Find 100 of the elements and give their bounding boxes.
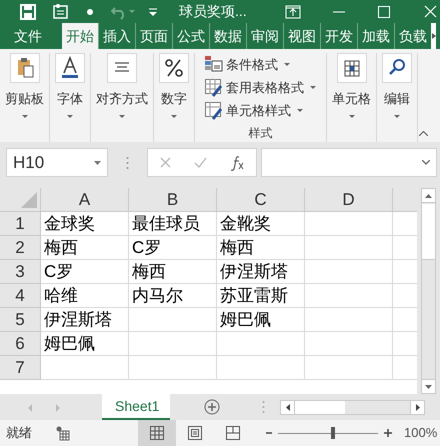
save-icon[interactable]	[20, 4, 36, 20]
caret-icon	[67, 114, 73, 118]
name-box[interactable]: H10	[6, 148, 108, 177]
sheet-tab[interactable]: Sheet1	[102, 394, 170, 420]
cancel-icon[interactable]	[160, 157, 171, 168]
table-cell[interactable]: 梅西	[41, 236, 129, 260]
column-header[interactable]: A	[41, 188, 129, 212]
scroll-thumb[interactable]	[422, 204, 435, 260]
scroll-tabs-button[interactable]	[431, 23, 436, 49]
table-cell[interactable]: 姆巴佩	[217, 308, 305, 332]
grip-icon	[126, 156, 129, 170]
close-icon[interactable]	[424, 5, 437, 18]
ribbon-button[interactable]: 字体	[55, 53, 85, 118]
table-format-icon	[205, 78, 223, 96]
ribbon-display-icon[interactable]	[284, 4, 301, 18]
macro-record-icon[interactable]	[56, 426, 70, 440]
table-cell[interactable]	[305, 332, 393, 356]
table-cell[interactable]	[305, 308, 393, 332]
select-all-icon[interactable]	[21, 192, 37, 208]
table-cell[interactable]: C罗	[41, 260, 129, 284]
table-cell[interactable]: 梅西	[129, 260, 217, 284]
window-title: 球员奖项...	[179, 2, 247, 21]
expand-icon	[422, 160, 430, 165]
table-cell[interactable]: 金靴奖	[217, 212, 305, 236]
caret-icon	[394, 114, 400, 118]
ribbon-menu-button[interactable]: 条件格式	[205, 53, 290, 76]
column-header[interactable]: B	[129, 188, 217, 212]
scroll-up-button[interactable]	[422, 189, 435, 203]
table-cell[interactable]: 姆巴佩	[41, 332, 129, 356]
group-label: 样式	[248, 125, 272, 142]
ribbon-button[interactable]: 数字	[159, 53, 189, 118]
caret-icon	[297, 109, 303, 112]
grip-icon	[262, 400, 265, 414]
table-cell[interactable]: 哈维	[41, 284, 129, 308]
ribbon-button[interactable]: 编辑	[382, 53, 412, 118]
row-header[interactable]: 3	[0, 260, 41, 284]
row-header[interactable]: 7	[0, 356, 41, 380]
ribbon-button[interactable]: 对齐方式	[96, 53, 148, 118]
add-sheet-icon[interactable]	[204, 399, 220, 415]
column-header[interactable]: D	[305, 188, 393, 212]
vertical-scrollbar[interactable]	[421, 188, 436, 394]
dot-icon[interactable]	[87, 8, 93, 14]
table-cell[interactable]	[129, 308, 217, 332]
form-icon[interactable]	[52, 3, 69, 20]
conditional-format-icon	[205, 56, 223, 74]
scroll-left-button[interactable]	[281, 401, 295, 414]
table-cell[interactable]	[305, 236, 393, 260]
caret-icon[interactable]	[129, 10, 135, 13]
formula-field[interactable]	[261, 148, 437, 177]
table-cell[interactable]	[217, 332, 305, 356]
table-cell[interactable]: 内马尔	[129, 284, 217, 308]
zoom-out-icon[interactable]	[266, 430, 272, 436]
scroll-down-button[interactable]	[422, 379, 435, 393]
table-cell[interactable]: 梅西	[217, 236, 305, 260]
scroll-right-icon	[432, 33, 436, 39]
zoom-in-icon[interactable]	[384, 429, 392, 437]
ribbon-tab[interactable]: 文件	[4, 23, 52, 49]
table-cell[interactable]: C罗	[129, 236, 217, 260]
row-header[interactable]: 2	[0, 236, 41, 260]
table-cell[interactable]	[217, 356, 305, 380]
next-sheet-icon[interactable]	[56, 404, 60, 412]
table-cell[interactable]: 伊涅斯塔	[217, 260, 305, 284]
status-text: 就绪	[6, 424, 32, 442]
customize-icon[interactable]	[149, 8, 157, 16]
view-button[interactable]	[138, 420, 176, 446]
collapse-ribbon-icon[interactable]	[419, 131, 428, 136]
ribbon-menu-button[interactable]: 单元格样式	[205, 99, 303, 122]
table-cell[interactable]	[41, 356, 129, 380]
function-icon[interactable]	[231, 154, 244, 170]
table-cell[interactable]: 金球奖	[41, 212, 129, 236]
scroll-thumb[interactable]	[295, 401, 345, 414]
row-header[interactable]: 6	[0, 332, 41, 356]
row-header[interactable]: 5	[0, 308, 41, 332]
table-cell[interactable]	[129, 332, 217, 356]
horizontal-scrollbar[interactable]	[280, 400, 425, 415]
table-cell[interactable]	[305, 356, 393, 380]
table-cell[interactable]	[305, 284, 393, 308]
table-cell[interactable]: 伊涅斯塔	[41, 308, 129, 332]
scroll-right-button[interactable]	[410, 401, 424, 414]
zoom-slider[interactable]	[278, 427, 378, 439]
column-header[interactable]: C	[217, 188, 305, 212]
ribbon-button[interactable]: 剪贴板	[5, 53, 44, 118]
caret-icon	[22, 114, 28, 118]
ribbon-tab[interactable]: 开始	[62, 23, 98, 49]
table-cell[interactable]: 最佳球员	[129, 212, 217, 236]
row-header[interactable]: 1	[0, 212, 41, 236]
ribbon-menu-button[interactable]: 套用表格格式	[205, 76, 316, 99]
ribbon-button[interactable]: 单元格	[332, 53, 371, 118]
caret-icon	[171, 114, 177, 118]
table-cell[interactable]	[305, 212, 393, 236]
previous-sheet-icon[interactable]	[28, 404, 32, 412]
check-icon[interactable]	[194, 157, 208, 168]
right-arrow-icon	[416, 404, 420, 411]
maximize-icon[interactable]	[378, 6, 390, 18]
row-header[interactable]: 4	[0, 284, 41, 308]
zoom-level[interactable]: 100%	[404, 423, 438, 443]
table-cell[interactable]	[129, 356, 217, 380]
table-cell[interactable]	[305, 260, 393, 284]
table-cell[interactable]: 苏亚雷斯	[217, 284, 305, 308]
up-arrow-icon	[425, 194, 432, 198]
